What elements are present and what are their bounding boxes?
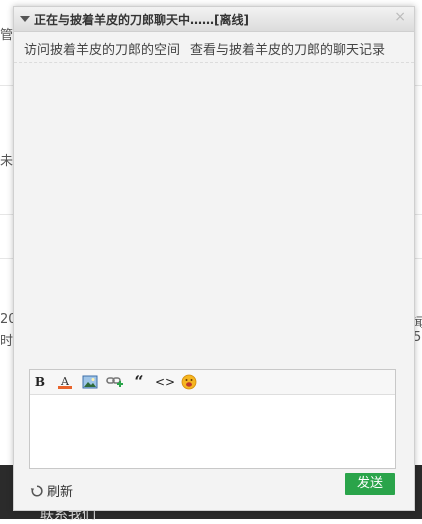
refresh-label: 刷新 [47, 485, 74, 500]
refresh-button[interactable]: 刷新 [30, 481, 73, 500]
chat-header[interactable]: 正在与披着羊皮的刀郎聊天中……[离线] × [14, 7, 414, 32]
chat-title: 正在与披着羊皮的刀郎聊天中……[离线] [34, 13, 249, 27]
bold-icon[interactable]: B [31, 374, 49, 390]
refresh-icon [30, 485, 43, 497]
chat-history-link[interactable]: 查看与披着羊皮的刀郎的聊天记录 [190, 39, 385, 58]
message-editor: B A “ <> [29, 369, 396, 469]
message-area [14, 63, 414, 363]
bg-text-fragment: 未 [0, 154, 14, 169]
image-icon[interactable] [81, 374, 99, 390]
collapse-caret-icon[interactable] [20, 16, 30, 22]
editor-toolbar: B A “ <> [30, 370, 395, 395]
visit-space-link[interactable]: 访问披着羊皮的刀郎的空间 [24, 39, 180, 58]
send-button[interactable]: 发送 [345, 473, 395, 495]
emoji-icon[interactable] [180, 374, 198, 390]
link-icon[interactable] [106, 374, 124, 390]
bg-text-fragment: 管 [0, 28, 14, 43]
chat-links-bar: 访问披着羊皮的刀郎的空间 查看与披着羊皮的刀郎的聊天记录 [14, 32, 414, 63]
close-icon[interactable]: × [394, 9, 406, 25]
quote-icon[interactable]: “ [130, 374, 148, 390]
chat-window: 正在与披着羊皮的刀郎聊天中……[离线] × 访问披着羊皮的刀郎的空间 查看与披着… [13, 6, 415, 511]
font-color-icon[interactable]: A [56, 374, 74, 390]
message-input[interactable] [30, 395, 395, 468]
code-icon[interactable]: <> [155, 374, 175, 390]
